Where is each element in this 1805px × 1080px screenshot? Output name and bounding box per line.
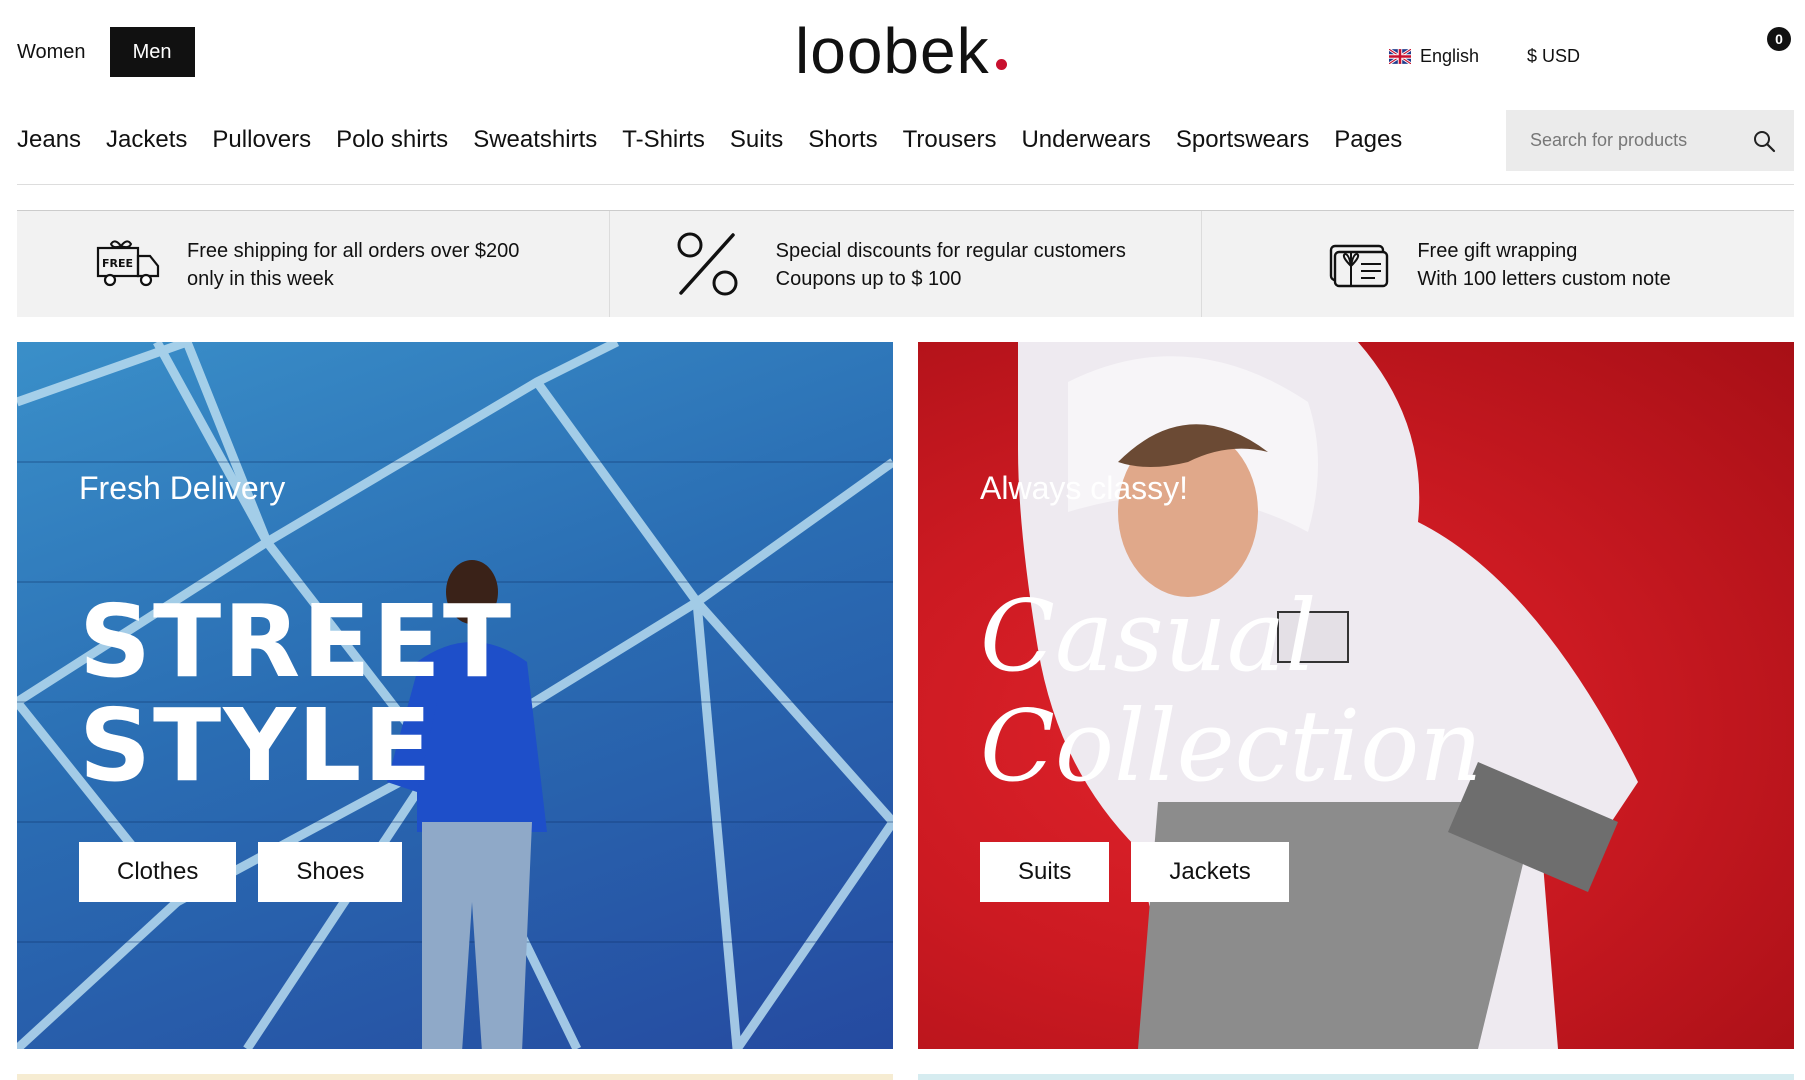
women-tab[interactable]: Women: [17, 41, 86, 64]
search-input[interactable]: [1530, 130, 1730, 151]
feature-shipping-line2: only in this week: [187, 268, 334, 290]
nav-item-jeans[interactable]: Jeans: [17, 126, 81, 154]
banner-casual-headline: Casual Collection: [980, 582, 1482, 802]
logo-text: loobek: [795, 15, 990, 87]
banner-casual-line1: Casual: [980, 580, 1317, 694]
nav-item-pages[interactable]: Pages: [1334, 126, 1402, 154]
next-banner-right-edge: [918, 1074, 1794, 1080]
uk-flag-icon: [1389, 49, 1411, 64]
nav-item-polo-shirts[interactable]: Polo shirts: [336, 126, 448, 154]
feature-gift-line1: Free gift wrapping: [1417, 240, 1578, 262]
search-icon[interactable]: [1752, 129, 1776, 153]
feature-free-shipping: FREE Free shipping for all orders over $…: [17, 211, 610, 317]
feature-gift-line2: With 100 letters custom note: [1417, 268, 1671, 290]
nav-item-jackets[interactable]: Jackets: [106, 126, 187, 154]
banner-casual-line2: Collection: [980, 690, 1483, 804]
logo-dot: [995, 59, 1007, 70]
next-banner-left-edge: [17, 1074, 893, 1080]
feature-gift-wrapping: Free gift wrapping With 100 letters cust…: [1202, 211, 1794, 317]
banner-casual-actions: Suits Jackets: [980, 842, 1311, 902]
feature-gift-text: Free gift wrapping With 100 letters cust…: [1417, 237, 1670, 293]
shoes-button[interactable]: Shoes: [258, 842, 403, 902]
free-truck-icon: FREE: [91, 233, 163, 295]
gift-card-icon: [1322, 233, 1394, 295]
men-tab[interactable]: Men: [109, 27, 195, 77]
currency-selector[interactable]: $ USD: [1527, 46, 1580, 67]
feature-discounts-line2: Coupons up to $ 100: [775, 268, 962, 290]
main-nav: Jeans Jackets Pullovers Polo shirts Swea…: [17, 126, 1427, 154]
feature-discounts: Special discounts for regular customers …: [610, 211, 1203, 317]
percent-icon: [672, 232, 744, 296]
banner-street-line2: STYLE: [79, 687, 434, 804]
nav-item-pullovers[interactable]: Pullovers: [212, 126, 311, 154]
cart-count-badge[interactable]: 0: [1767, 27, 1791, 51]
feature-shipping-text: Free shipping for all orders over $200 o…: [187, 237, 519, 293]
banner-street-actions: Clothes Shoes: [79, 842, 424, 902]
feature-shipping-line1: Free shipping for all orders over $200: [187, 240, 520, 262]
banner-street-style[interactable]: Fresh Delivery STREET STYLE Clothes Shoe…: [17, 342, 893, 1049]
nav-item-sweatshirts[interactable]: Sweatshirts: [473, 126, 597, 154]
banner-casual-collection[interactable]: Always classy! Casual Collection Suits J…: [918, 342, 1794, 1049]
clothes-button[interactable]: Clothes: [79, 842, 237, 902]
language-selector[interactable]: English: [1389, 46, 1479, 67]
svg-text:FREE: FREE: [102, 257, 133, 270]
banner-street-headline: STREET STYLE: [79, 590, 513, 798]
jackets-button[interactable]: Jackets: [1131, 842, 1289, 902]
banner-street-kicker: Fresh Delivery: [79, 470, 286, 506]
nav-item-suits[interactable]: Suits: [730, 126, 783, 154]
site-logo[interactable]: loobek: [795, 14, 1007, 88]
banner-casual-kicker: Always classy!: [980, 470, 1189, 506]
feature-discounts-text: Special discounts for regular customers …: [776, 237, 1126, 293]
search-box: [1506, 110, 1794, 171]
features-bar: FREE Free shipping for all orders over $…: [17, 211, 1794, 317]
nav-item-t-shirts[interactable]: T-Shirts: [622, 126, 705, 154]
banner-street-line1: STREET: [79, 583, 514, 700]
nav-item-sportswears[interactable]: Sportswears: [1176, 126, 1309, 154]
suits-button[interactable]: Suits: [980, 842, 1110, 902]
nav-item-trousers[interactable]: Trousers: [903, 126, 997, 154]
gender-switch: Women Men: [17, 27, 195, 77]
feature-discounts-line1: Special discounts for regular customers: [775, 240, 1126, 262]
language-label: English: [1420, 46, 1480, 66]
nav-item-shorts[interactable]: Shorts: [808, 126, 877, 154]
nav-item-underwears[interactable]: Underwears: [1021, 126, 1150, 154]
nav-divider: [17, 184, 1794, 185]
